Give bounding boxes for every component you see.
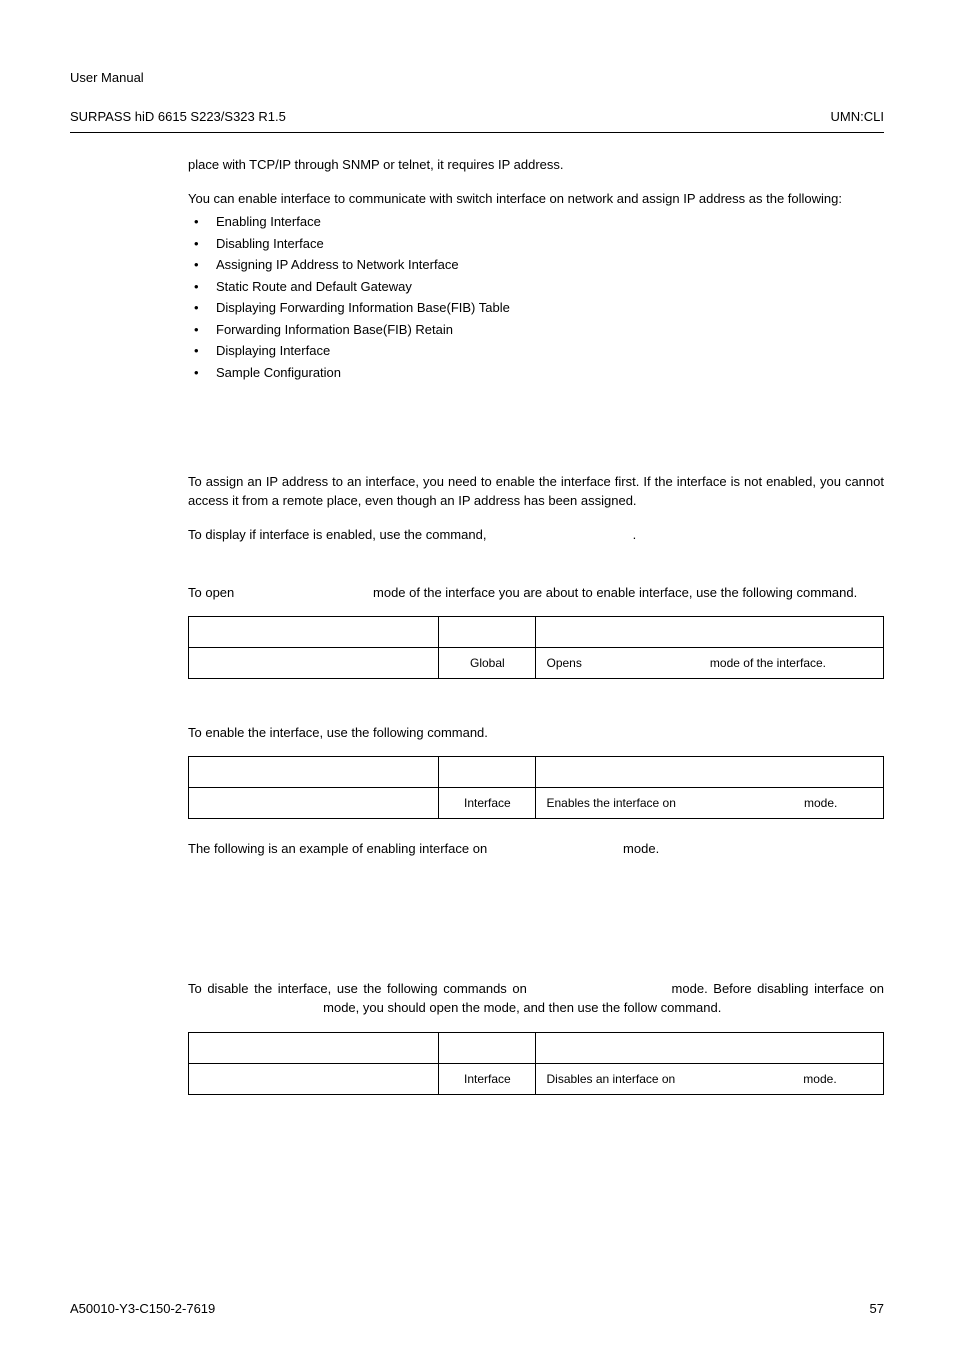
text-fragment: Disables an interface on [546, 1072, 678, 1086]
list-item: Assigning IP Address to Network Interfac… [188, 255, 884, 275]
col-command: Command [189, 1032, 439, 1063]
step-label: Step 1 [188, 561, 227, 576]
mode-name: Interface Configuration [238, 585, 370, 600]
section-title: Enabling Interface [182, 450, 295, 465]
mode-name: Interface Configuration [679, 796, 800, 810]
topic-list: Enabling Interface Disabling Interface A… [188, 212, 884, 382]
enable-intro-text: You can enable interface to communicate … [188, 189, 884, 209]
section-number: 5.1.1 [118, 448, 178, 468]
sec512-paragraph: To disable the interface, use the follow… [188, 979, 884, 1018]
section-number: 5.1.2 [118, 955, 178, 975]
col-mode: Mode [439, 757, 536, 788]
cell-mode: Global [439, 648, 536, 679]
cell-description: Disables an interface on Interface Confi… [536, 1063, 884, 1094]
sec511-paragraph-2: To display if interface is enabled, use … [188, 525, 884, 546]
text-fragment: To open [188, 585, 238, 600]
step-1-block: Step 1 To open Interface Configuration m… [188, 559, 884, 602]
step-2-block: Step 2 To enable the interface, use the … [188, 699, 884, 742]
list-item: Displaying Interface [188, 341, 884, 361]
text-fragment: The following is an example of enabling … [188, 841, 491, 856]
table-row: interface INTERFACE Global Opens Interfa… [189, 648, 884, 679]
section-5-1-2: 5.1.2 Disabling Interface [118, 957, 298, 972]
list-item: Enabling Interface [188, 212, 884, 232]
text-fragment: . [633, 527, 637, 542]
table-header-row: Command Mode Description [189, 1032, 884, 1063]
cell-mode: Interface [439, 788, 536, 819]
col-mode: Mode [439, 1032, 536, 1063]
text-fragment: mode. [800, 1072, 837, 1086]
command-table-2: Command Mode Description no shutdown Int… [188, 756, 884, 819]
text-fragment: mode. Before disabling interface on [666, 981, 884, 996]
device-model: SURPASS hiD 6615 S223/S323 R1.5 [70, 109, 286, 124]
table-header-row: Command Mode Description [189, 617, 884, 648]
text-fragment: mode of the interface. [707, 656, 826, 670]
step-2-text: To enable the interface, use the followi… [188, 723, 884, 743]
show-running-config-cmd: show running-config [490, 529, 633, 543]
mode-name: Interface Configuration [532, 981, 666, 996]
mode-name: Interface Configuration [679, 1072, 800, 1086]
command-table-3: Command Mode Description shutdown Interf… [188, 1032, 884, 1095]
col-command: Command [189, 617, 439, 648]
text-fragment: mode of the interface you are about to e… [369, 585, 857, 600]
text-fragment: To disable the interface, use the follow… [188, 981, 532, 996]
step-label: Step 2 [188, 701, 227, 716]
col-description: Description [536, 1032, 884, 1063]
step-1-text: To open Interface Configuration mode of … [188, 583, 884, 603]
header-right: UMN:CLI [831, 107, 884, 127]
mode-name: Interface Configuration [585, 656, 706, 670]
manual-title: User Manual [70, 70, 144, 85]
section-5-1-1: 5.1.1 Enabling Interface [118, 450, 294, 465]
col-description: Description [536, 757, 884, 788]
text-fragment: To display if interface is enabled, use … [188, 527, 490, 542]
example-intro: The following is an example of enabling … [188, 839, 884, 859]
col-command: Command [189, 757, 439, 788]
mode-name: Interface Configuration [188, 1000, 320, 1015]
text-fragment: mode. [619, 841, 659, 856]
cell-description: Opens Interface Configuration mode of th… [536, 648, 884, 679]
doc-id: A50010-Y3-C150-2-7619 [70, 1299, 215, 1319]
list-item: Displaying Forwarding Information Base(F… [188, 298, 884, 318]
table-row: shutdown Interface Disables an interface… [189, 1063, 884, 1094]
mode-name: Interface configuration [491, 841, 620, 856]
command-table-1: Command Mode Description interface INTER… [188, 616, 884, 679]
page-header: User Manual SURPASS hiD 6615 S223/S323 R… [70, 48, 884, 126]
col-mode: Mode [439, 617, 536, 648]
text-fragment: mode, you should open the mode, and then… [320, 1000, 722, 1015]
intro-continuation: place with TCP/IP through SNMP or telnet… [188, 155, 884, 175]
cell-command: no shutdown [189, 788, 439, 819]
text-fragment: Enables the interface on [546, 796, 679, 810]
list-item: Static Route and Default Gateway [188, 277, 884, 297]
page-footer: A50010-Y3-C150-2-7619 57 [70, 1299, 884, 1319]
page-number: 57 [870, 1299, 884, 1319]
header-rule [70, 132, 884, 133]
list-item: Disabling Interface [188, 234, 884, 254]
header-left: User Manual SURPASS hiD 6615 S223/S323 R… [70, 48, 286, 126]
table-row: no shutdown Interface Enables the interf… [189, 788, 884, 819]
cli-example: SWITCH(config)# interface 1 SWITCH(confi… [188, 873, 884, 949]
col-description: Description [536, 617, 884, 648]
cell-mode: Interface [439, 1063, 536, 1094]
cell-command: interface INTERFACE [189, 648, 439, 679]
cell-description: Enables the interface on Interface Confi… [536, 788, 884, 819]
list-item: Forwarding Information Base(FIB) Retain [188, 320, 884, 340]
table-header-row: Command Mode Description [189, 757, 884, 788]
list-item: Sample Configuration [188, 363, 884, 383]
sec511-paragraph-1: To assign an IP address to an interface,… [188, 472, 884, 511]
text-fragment: mode. [801, 796, 838, 810]
text-fragment: Opens [546, 656, 585, 670]
section-title: Disabling Interface [182, 957, 298, 972]
cell-command: shutdown [189, 1063, 439, 1094]
